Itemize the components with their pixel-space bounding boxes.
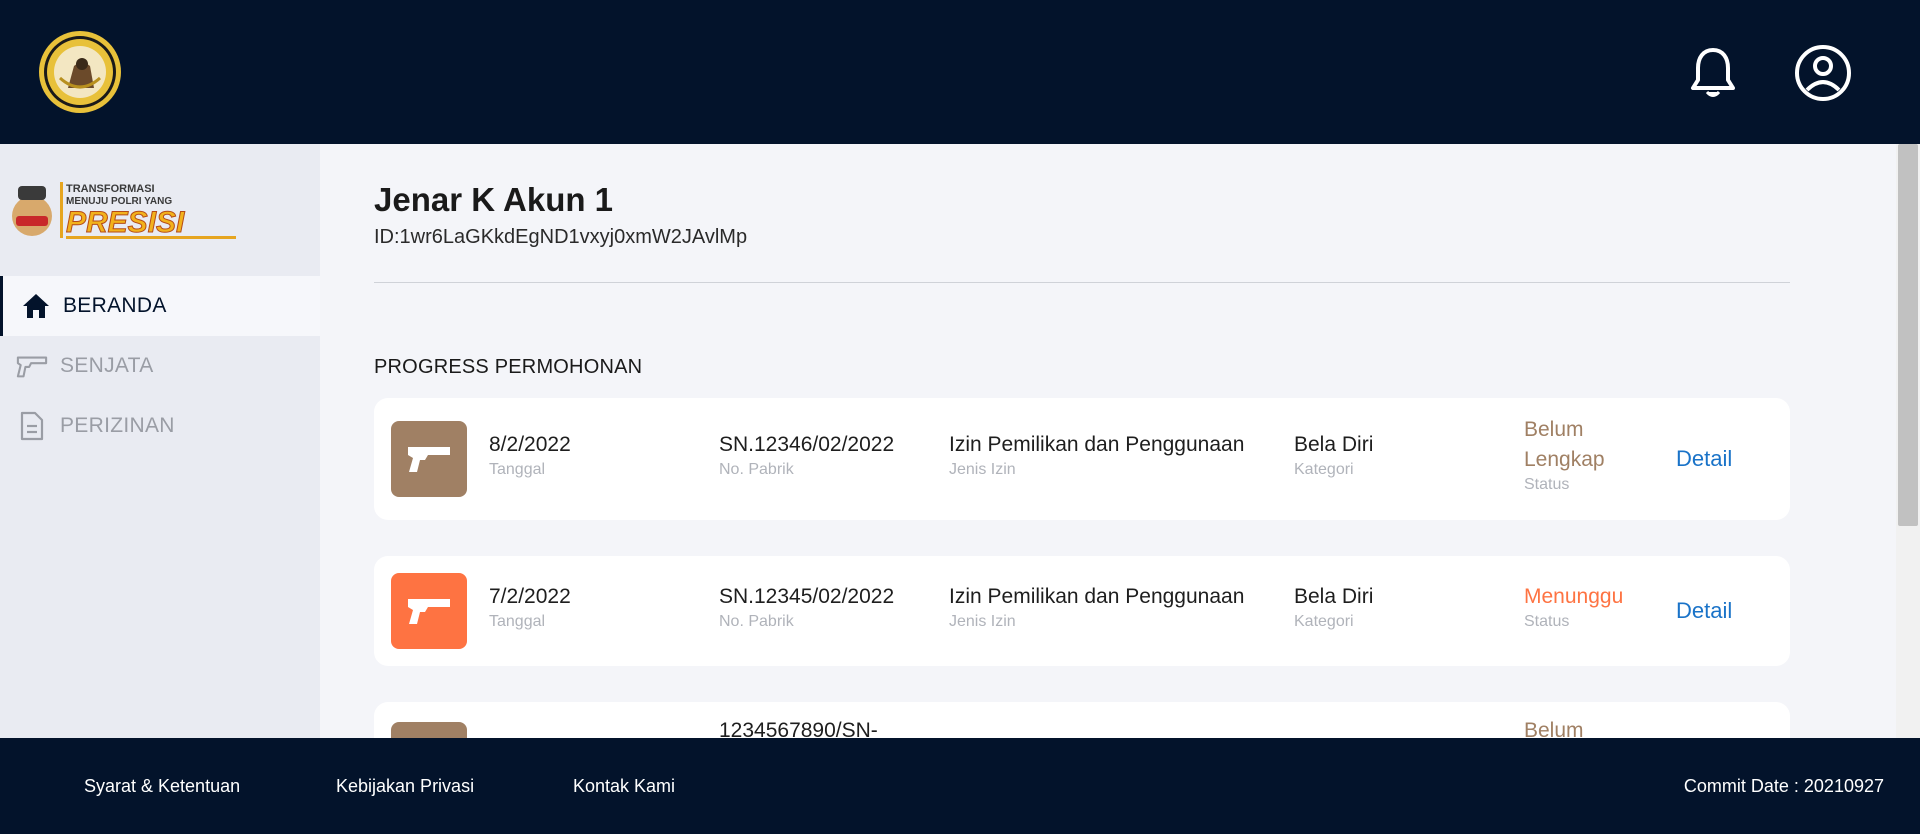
date-label: Tanggal — [489, 613, 546, 630]
status-label: Status — [1524, 476, 1570, 493]
permit-type-column: Izin Pemilikan dan Penggunaan Jenis Izin — [949, 430, 1244, 480]
category-label: Kategori — [1294, 613, 1354, 630]
category-column: Bela Diri Kategori — [1294, 430, 1373, 480]
serial-column: SN.12345/02/2022 No. Pabrik — [719, 582, 894, 632]
status-value: Belum — [1524, 719, 1584, 738]
pistol-icon — [16, 350, 48, 382]
sidebar-item-label: PERIZINAN — [60, 414, 175, 437]
detail-link[interactable]: Detail — [1676, 598, 1732, 624]
document-icon — [16, 410, 48, 442]
status-value: Belum — [1524, 418, 1584, 441]
status-value: Menunggu — [1524, 585, 1624, 608]
serial-column: 1234567890/SN- — [719, 716, 878, 738]
date-column: 7/2/2022 Tanggal — [489, 582, 571, 632]
weapon-thumbnail — [391, 573, 467, 649]
account-name: Jenar K Akun 1 — [374, 181, 614, 218]
sidebar: TRANSFORMASI MENUJU POLRI YANG PRESISI B… — [0, 144, 320, 738]
logo-line-3: PRESISI — [66, 206, 185, 239]
logo-line-1: TRANSFORMASI — [66, 183, 155, 195]
presisi-logo: TRANSFORMASI MENUJU POLRI YANG PRESISI — [12, 182, 236, 240]
scrollbar-thumb[interactable] — [1898, 144, 1918, 526]
progress-card: 1234567890/SN- Belum — [374, 702, 1790, 738]
police-seal-logo — [39, 31, 121, 113]
serial-label: No. Pabrik — [719, 613, 794, 630]
progress-card: 7/2/2022 Tanggal SN.12345/02/2022 No. Pa… — [374, 556, 1790, 666]
serial-label: No. Pabrik — [719, 461, 794, 478]
sidebar-item-senjata[interactable]: SENJATA — [0, 336, 320, 396]
status-column: Menunggu Status — [1524, 582, 1623, 632]
category-value: Bela Diri — [1294, 433, 1374, 456]
footer-link-terms[interactable]: Syarat & Ketentuan — [84, 776, 240, 797]
status-column: Belum — [1524, 716, 1584, 738]
permit-type-label: Jenis Izin — [949, 613, 1016, 630]
progress-card: 8/2/2022 Tanggal SN.12346/02/2022 No. Pa… — [374, 398, 1790, 520]
date-label: Tanggal — [489, 461, 546, 478]
sidebar-item-beranda[interactable]: BERANDA — [0, 276, 320, 336]
detail-link[interactable]: Detail — [1676, 446, 1732, 472]
permit-type-value: Izin Pemilikan dan Penggunaan — [949, 433, 1245, 456]
serial-column: SN.12346/02/2022 No. Pabrik — [719, 430, 894, 480]
category-column: Bela Diri Kategori — [1294, 582, 1373, 632]
serial-value: SN.12346/02/2022 — [719, 433, 895, 456]
category-value: Bela Diri — [1294, 585, 1374, 608]
pistol-icon — [408, 599, 450, 624]
permit-type-value: Izin Pemilikan dan Penggunaan — [949, 585, 1245, 608]
permit-type-column: Izin Pemilikan dan Penggunaan Jenis Izin — [949, 582, 1244, 632]
sidebar-item-label: BERANDA — [63, 294, 167, 317]
footer-link-contact[interactable]: Kontak Kami — [573, 776, 675, 797]
footer: Syarat & Ketentuan Kebijakan Privasi Kon… — [0, 738, 1920, 834]
status-column: Belum Lengkap Status — [1524, 415, 1605, 495]
category-label: Kategori — [1294, 461, 1354, 478]
permit-type-label: Jenis Izin — [949, 461, 1016, 478]
serial-value: SN.12345/02/2022 — [719, 585, 895, 608]
commit-date: Commit Date : 20210927 — [1683, 776, 1884, 796]
divider — [374, 282, 1790, 283]
status-value-line2: Lengkap — [1524, 448, 1605, 471]
weapon-thumbnail — [391, 722, 467, 738]
sidebar-item-label: SENJATA — [60, 354, 154, 377]
top-header — [0, 0, 1920, 144]
sidebar-item-perizinan[interactable]: PERIZINAN — [0, 396, 320, 456]
user-circle-icon[interactable] — [1794, 44, 1852, 102]
home-icon — [20, 290, 52, 322]
pistol-icon — [408, 447, 450, 472]
bell-icon[interactable] — [1688, 46, 1738, 100]
main-content: Jenar K Akun 1 ID:1wr6LaGKkdEgND1vxyj0xm… — [320, 144, 1896, 738]
weapon-thumbnail — [391, 421, 467, 497]
footer-link-privacy[interactable]: Kebijakan Privasi — [336, 776, 474, 797]
section-title: PROGRESS PERMOHONAN — [374, 356, 643, 378]
date-value: 7/2/2022 — [489, 585, 571, 608]
date-column: 8/2/2022 Tanggal — [489, 430, 571, 480]
serial-value: 1234567890/SN- — [719, 719, 878, 738]
date-value: 8/2/2022 — [489, 433, 571, 456]
status-label: Status — [1524, 613, 1570, 630]
account-id: ID:1wr6LaGKkdEgND1vxyj0xmW2JAvlMp — [374, 226, 748, 248]
